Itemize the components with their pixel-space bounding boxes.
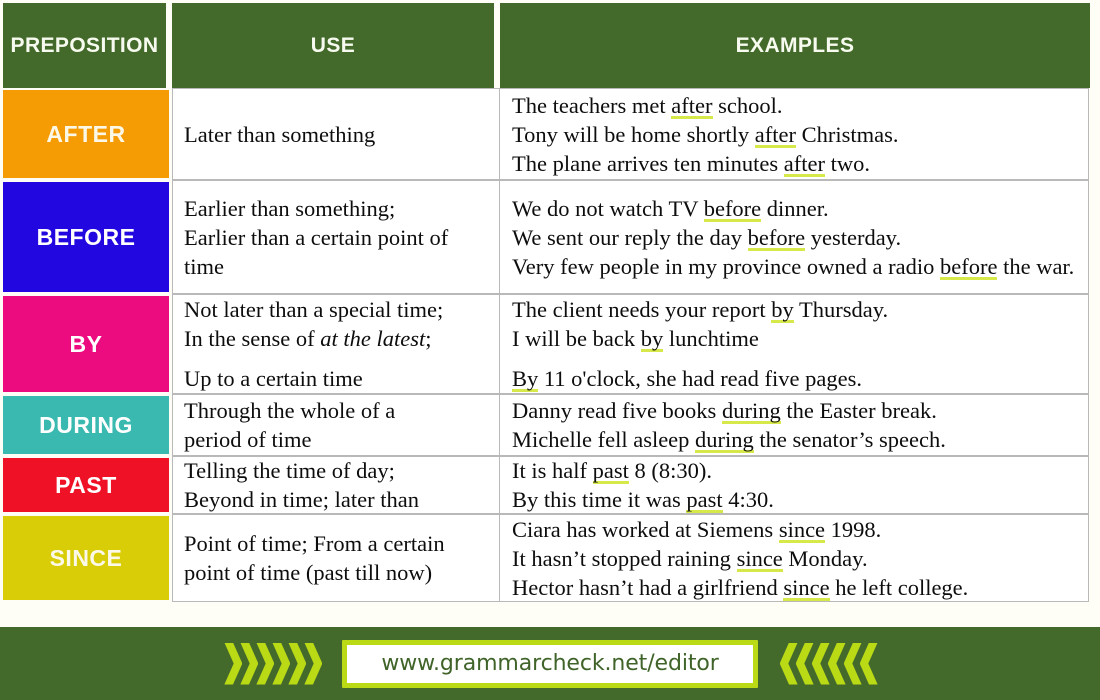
example-line: Tony will be home shortly after Christma… (512, 121, 899, 148)
example-line: I will be back by lunchtime (512, 326, 759, 352)
preposition-cell-past: PAST (3, 458, 169, 512)
preposition-label: BEFORE (36, 223, 136, 250)
use-line: Through the whole of a (184, 398, 396, 423)
preposition-label: SINCE (49, 544, 123, 571)
example-line: Ciara has worked at Siemens since 1998. (512, 516, 882, 543)
preposition-cell-since: SINCE (3, 516, 169, 600)
table-row: AFTER Later than something The teachers me… (0, 88, 1100, 180)
table-row: DURING Through the whole of a period of ti… (0, 394, 1100, 456)
table-row: BY Not later than a special time; In the s… (0, 294, 1100, 394)
example-line: By this time it was past 4:30. (512, 487, 774, 513)
use-line: In the sense of at the latest; (184, 326, 432, 351)
examples-cell: We do not watch TV before dinner. We sent… (500, 180, 1089, 294)
column-header-examples: EXAMPLES (500, 3, 1090, 88)
url-badge[interactable]: www.grammarcheck.net/editor (342, 639, 758, 688)
preposition-label: BY (69, 330, 103, 357)
column-header-preposition: PREPOSITION (3, 3, 166, 88)
preposition-cell-before: BEFORE (3, 182, 169, 292)
chevron-right-icon (224, 642, 243, 685)
use-line: Earlier than something; (184, 195, 396, 221)
example-line: It hasn’t stopped raining since Monday. (512, 545, 868, 572)
preposition-cell-during: DURING (3, 396, 169, 454)
table-row: PAST Telling the time of day; Beyond in ti… (0, 456, 1100, 514)
table-row: BEFORE Earlier than something; Earlier tha… (0, 180, 1100, 294)
examples-cell: The teachers met after school. Tony will … (500, 88, 1089, 180)
chevron-left-icon (811, 642, 830, 685)
example-line: We sent our reply the day before yesterd… (512, 224, 902, 251)
use-line: Point of time; From a certain (184, 531, 445, 556)
example-line: Very few people in my province owned a r… (512, 253, 1075, 280)
footer-bar: www.grammarcheck.net/editor (0, 627, 1100, 700)
use-cell: Not later than a special time; In the sen… (172, 294, 500, 394)
preposition-label: PAST (55, 471, 117, 498)
examples-cell: Ciara has worked at Siemens since 1998. I… (500, 514, 1089, 602)
use-line: Not later than a special time; (184, 297, 444, 322)
example-line: Danny read five books during the Easter … (512, 398, 937, 424)
use-cell: Earlier than something; Earlier than a ce… (172, 180, 500, 294)
use-line: Later than something (184, 121, 376, 147)
example-line: Hector hasn’t had a girlfriend since he … (512, 574, 969, 601)
website-url[interactable]: www.grammarcheck.net/editor (381, 651, 718, 676)
example-line: The teachers met after school. (512, 92, 783, 119)
example-line: It is half past 8 (8:30). (512, 458, 712, 484)
preposition-table-infographic: PREPOSITION USE EXAMPLES AFTER Later than… (0, 0, 1100, 700)
chevron-right-icon (288, 642, 307, 685)
use-cell: Later than something (172, 88, 500, 180)
examples-cell: It is half past 8 (8:30). By this time it… (500, 456, 1089, 514)
chevron-left-icon (795, 642, 814, 685)
chevron-left-icon (827, 642, 846, 685)
right-chevron-arrows (779, 642, 878, 686)
use-line: Telling the time of day; (184, 458, 395, 483)
chevron-right-icon (240, 642, 259, 685)
use-line: point of time (past till now) (184, 560, 433, 585)
preposition-label: AFTER (46, 120, 126, 147)
example-line: Michelle fell asleep during the senator’… (512, 427, 946, 453)
example-line: We do not watch TV before dinner. (512, 195, 829, 222)
use-line: Earlier than a certain point of time (184, 224, 449, 279)
examples-cell: Danny read five books during the Easter … (500, 394, 1089, 456)
column-header-use: USE (172, 3, 494, 88)
examples-cell: The client needs your report by Thursday… (500, 294, 1089, 394)
use-cell: Telling the time of day; Beyond in time; … (172, 456, 500, 514)
left-chevron-arrows (224, 642, 323, 686)
chevron-left-icon (859, 642, 878, 685)
example-line: The client needs your report by Thursday… (512, 297, 889, 323)
table-row: SINCE Point of time; From a certain point … (0, 514, 1100, 602)
preposition-cell-after: AFTER (3, 90, 169, 178)
use-line: period of time (184, 427, 312, 452)
use-line: Beyond in time; later than (184, 487, 419, 512)
chevron-right-icon (304, 642, 323, 685)
use-cell: Through the whole of a period of time (172, 394, 500, 456)
use-line: Up to a certain time (184, 366, 363, 391)
table-header-row: PREPOSITION USE EXAMPLES (0, 0, 1100, 88)
url-badge-inner: www.grammarcheck.net/editor (347, 644, 753, 683)
preposition-label: DURING (39, 411, 133, 438)
chevron-right-icon (272, 642, 291, 685)
example-line: By 11 o'clock, she had read five pages. (512, 366, 862, 392)
chevron-left-icon (779, 642, 798, 685)
use-cell: Point of time; From a certain point of ti… (172, 514, 500, 602)
example-line: The plane arrives ten minutes after two. (512, 150, 870, 177)
chevron-right-icon (256, 642, 275, 685)
preposition-cell-by: BY (3, 296, 169, 392)
table-body: AFTER Later than something The teachers me… (0, 88, 1100, 602)
chevron-left-icon (843, 642, 862, 685)
